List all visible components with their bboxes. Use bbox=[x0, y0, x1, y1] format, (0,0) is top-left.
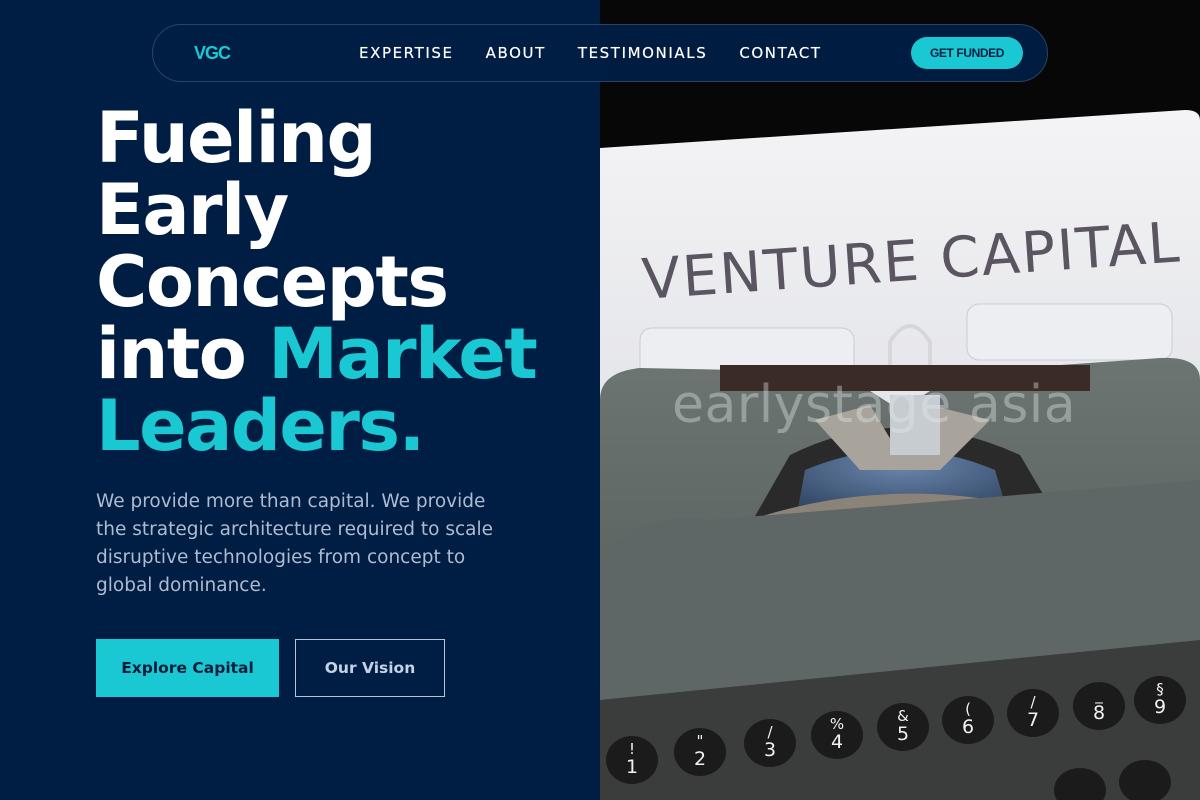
hero-left-panel: Fueling Early Concepts into Market Leade… bbox=[0, 0, 600, 800]
key-symbol: " bbox=[697, 732, 704, 750]
get-funded-button[interactable]: GET FUNDED bbox=[911, 37, 1023, 69]
title-line-4: into bbox=[96, 313, 247, 395]
key-label: 8 bbox=[1093, 702, 1105, 724]
title-line-1: Fueling bbox=[96, 97, 377, 179]
nav-links: EXPERTISE ABOUT TESTIMONIALS CONTACT bbox=[359, 44, 854, 62]
our-vision-button[interactable]: Our Vision bbox=[295, 639, 445, 697]
key-label: 1 bbox=[626, 756, 638, 778]
hero-title: Fueling Early Concepts into Market Leade… bbox=[96, 102, 576, 462]
key-label: 2 bbox=[694, 748, 706, 770]
nav-link-testimonials[interactable]: TESTIMONIALS bbox=[578, 44, 707, 62]
key-symbol: § bbox=[1156, 680, 1164, 698]
key-label: 9 bbox=[1154, 696, 1166, 718]
key-symbol: % bbox=[830, 715, 844, 733]
nav-link-expertise[interactable]: EXPERTISE bbox=[359, 44, 454, 62]
key-symbol: _ bbox=[1094, 686, 1103, 705]
title-line-3: Concepts bbox=[96, 241, 449, 323]
hero-description: We provide more than capital. We provide… bbox=[96, 491, 493, 596]
key-label: 3 bbox=[764, 739, 776, 761]
key-symbol: ( bbox=[965, 700, 971, 718]
nav-link-contact[interactable]: CONTACT bbox=[739, 44, 821, 62]
key-label: 5 bbox=[897, 723, 909, 745]
key-label: 7 bbox=[1027, 709, 1039, 731]
title-accent-leaders: Leaders. bbox=[96, 385, 425, 467]
key-label: 6 bbox=[962, 716, 974, 738]
key-symbol: & bbox=[897, 707, 909, 725]
hero-image-panel: VENTURE CAPITAL earlystage asia 1! 2 " 3/4%… bbox=[600, 0, 1200, 800]
key-label: 4 bbox=[831, 731, 843, 753]
title-accent-market: Market bbox=[268, 313, 538, 395]
nav-link-about[interactable]: ABOUT bbox=[486, 44, 546, 62]
title-line-2: Early bbox=[96, 169, 289, 251]
vgc-logo[interactable]: VGC bbox=[194, 43, 231, 64]
explore-capital-button[interactable]: Explore Capital bbox=[96, 639, 279, 697]
top-navigation: VGC EXPERTISE ABOUT TESTIMONIALS CONTACT… bbox=[152, 24, 1048, 82]
key-symbol: ! bbox=[629, 740, 635, 758]
